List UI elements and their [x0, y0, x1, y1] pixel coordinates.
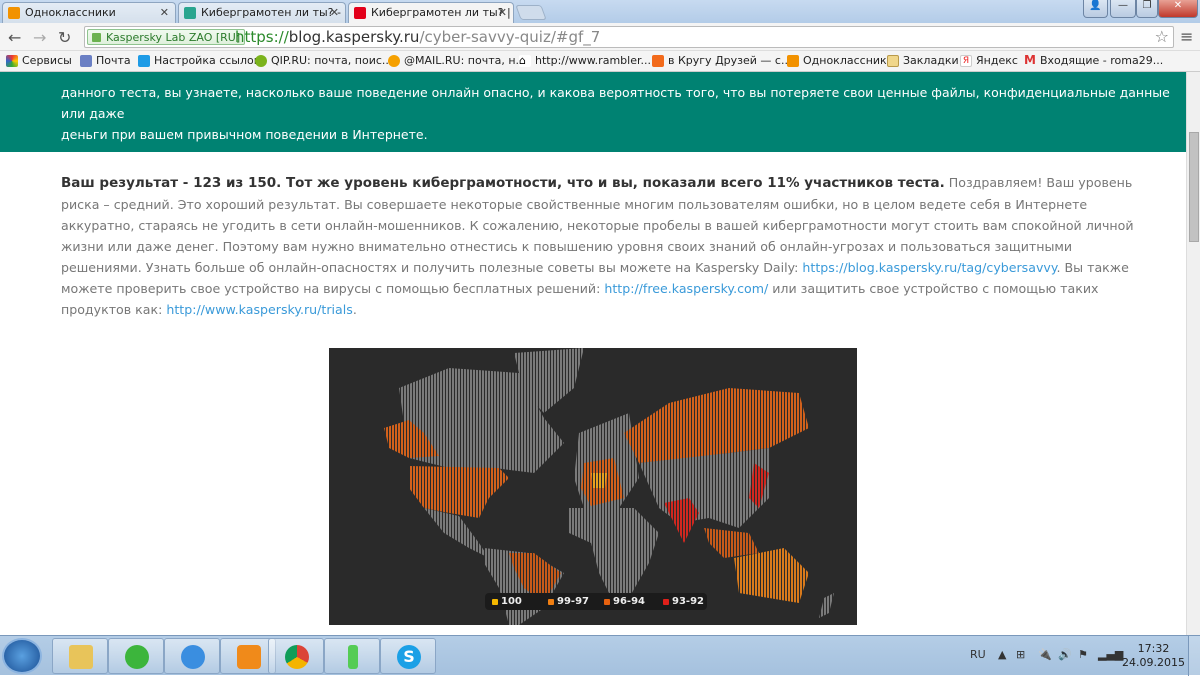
bookmark-services[interactable]: Сервисы [6, 54, 72, 67]
folder-icon [69, 645, 93, 669]
taskbar-explorer[interactable] [52, 638, 108, 674]
clock[interactable]: 17:32 24.09.2015 [1122, 642, 1185, 670]
result-headline: Ваш результат - 123 из 150. Тот же урове… [61, 175, 945, 191]
windows-icon [138, 55, 150, 67]
legend-swatch [492, 599, 498, 605]
new-tab-button[interactable] [515, 5, 547, 20]
apps-grid-icon [6, 55, 18, 67]
close-window-button[interactable]: ✕ [1158, 0, 1198, 18]
france [591, 473, 607, 488]
show-hidden-icons[interactable]: ▲ [998, 648, 1006, 661]
close-tab-icon[interactable]: ✕ [330, 6, 339, 19]
bookmark-odnoklassniki[interactable]: Одноклассники [787, 54, 894, 67]
tab-odnoklassniki[interactable]: Одноклассники ✕ [2, 2, 176, 23]
kaspersky-icon [184, 7, 196, 19]
cybersavvy-link[interactable]: https://blog.kaspersky.ru/tag/cybersavvy [802, 260, 1056, 275]
bookmark-rambler[interactable]: ⌂ http://www.rambler.... [519, 54, 654, 67]
qip-icon [255, 55, 267, 67]
odnoklassniki-icon [787, 55, 799, 67]
yandex-icon: Я [960, 55, 972, 67]
taskbar-mailru-agent[interactable] [108, 638, 164, 674]
close-tab-icon[interactable]: ✕ [160, 6, 169, 19]
tab-kaspersky-active[interactable]: Киберграмотен ли ты? | К ✕ [348, 2, 514, 23]
network-app-icon [348, 645, 358, 669]
vkrugu-icon [652, 55, 664, 67]
show-desktop-button[interactable] [1188, 636, 1200, 676]
legend-swatch [604, 599, 610, 605]
usa [409, 466, 509, 518]
browser-titlebar: Одноклассники ✕ Киберграмотен ли ты? - К ✕… [0, 0, 1200, 23]
bookmark-folder[interactable]: Закладки [887, 54, 959, 67]
volume-icon[interactable]: 🔊 [1058, 648, 1072, 661]
forward-button[interactable]: → [33, 28, 46, 47]
bookmark-qip[interactable]: QIP.RU: почта, поис... [255, 54, 392, 67]
world-results-map: 100 99-97 96-94 93-92 [329, 348, 857, 625]
chrome-icon [285, 645, 309, 669]
taskbar-ie[interactable] [164, 638, 220, 674]
legend-item: 96-94 [604, 596, 645, 607]
mail-icon [80, 55, 92, 67]
bookmark-yandex[interactable]: Я Яндекс [960, 54, 1018, 67]
maximize-button[interactable]: ❐ [1136, 0, 1158, 18]
legend-swatch [548, 599, 554, 605]
close-tab-icon[interactable]: ✕ [498, 6, 507, 19]
agent-icon [125, 645, 149, 669]
legend-item: 100 [492, 596, 522, 607]
browser-toolbar: ← → ↻ Kaspersky Lab ZAO [RU] https://blo… [0, 23, 1200, 51]
network-signal-icon[interactable]: ▂▄▆ [1098, 648, 1123, 661]
home-icon: ⌂ [519, 55, 531, 67]
bookmark-mail[interactable]: Почта [80, 54, 131, 67]
windows-flag-icon[interactable]: ⊞ [1016, 648, 1025, 661]
bookmark-vkrugu[interactable]: в Кругу Друзей — с... [652, 54, 791, 67]
skype-icon: S [397, 645, 421, 669]
kaspersky-icon [354, 7, 366, 19]
bookmarks-bar: Сервисы Почта Настройка ссылок QIP.RU: п… [0, 51, 1200, 72]
quiz-result-text: Ваш результат - 123 из 150. Тот же урове… [61, 175, 1134, 317]
power-icon[interactable]: 🔌 [1038, 648, 1052, 661]
internet-explorer-icon [181, 645, 205, 669]
language-indicator[interactable]: RU [970, 648, 986, 661]
menu-icon[interactable]: ≡ [1180, 27, 1193, 46]
windows-taskbar: S RU ▲ ⊞ 🔌 🔊 ⚑ ▂▄▆ 17:32 24.09.2015 [0, 635, 1200, 676]
folder-icon [887, 55, 899, 67]
legend-item: 93-92 [663, 596, 704, 607]
media-player-icon [237, 645, 261, 669]
bookmark-gmail[interactable]: M Входящие - roma29... [1024, 54, 1163, 67]
russia [624, 388, 809, 463]
trials-link[interactable]: http://www.kaspersky.ru/trials [166, 302, 352, 317]
url-text[interactable]: https://blog.kaspersky.ru/cyber-savvy-qu… [235, 28, 600, 46]
intro-banner: данного теста, вы узнаете, насколько ваш… [0, 72, 1186, 152]
free-kaspersky-link[interactable]: http://free.kaspersky.com/ [604, 281, 768, 296]
world-map-graphic [384, 348, 834, 625]
australia [734, 548, 809, 603]
taskbar-chrome[interactable] [268, 638, 324, 674]
star-bookmark-icon[interactable]: ☆ [1155, 27, 1169, 46]
action-center-flag-icon[interactable]: ⚑ [1078, 648, 1088, 661]
page-scrollbar[interactable] [1186, 72, 1200, 635]
southeast-asia [704, 528, 759, 558]
start-button[interactable] [2, 638, 42, 674]
legend-item: 99-97 [548, 596, 589, 607]
user-icon[interactable]: 👤 [1083, 0, 1108, 18]
scrollbar-thumb[interactable] [1189, 132, 1199, 242]
taskbar-skype[interactable]: S [380, 638, 436, 674]
minimize-button[interactable]: — [1110, 0, 1136, 18]
taskbar-app[interactable] [324, 638, 380, 674]
bookmark-link-settings[interactable]: Настройка ссылок [138, 54, 260, 67]
mailru-icon [388, 55, 400, 67]
legend-swatch [663, 599, 669, 605]
address-bar[interactable]: Kaspersky Lab ZAO [RU] https://blog.kasp… [84, 26, 1174, 48]
reload-button[interactable]: ↻ [58, 28, 71, 47]
ev-certificate-badge[interactable]: Kaspersky Lab ZAO [RU] [87, 29, 246, 45]
odnoklassniki-icon [8, 7, 20, 19]
gmail-icon: M [1024, 53, 1036, 67]
back-button[interactable]: ← [8, 28, 21, 47]
map-legend: 100 99-97 96-94 93-92 [485, 593, 707, 610]
tab-kaspersky-1[interactable]: Киберграмотен ли ты? - К ✕ [178, 2, 346, 23]
new-zealand [819, 593, 834, 618]
africa [569, 508, 659, 603]
bookmark-mailru[interactable]: @MAIL.RU: почта, н... [388, 54, 526, 67]
page-content: данного теста, вы узнаете, насколько ваш… [0, 72, 1186, 635]
lock-icon [92, 33, 101, 42]
